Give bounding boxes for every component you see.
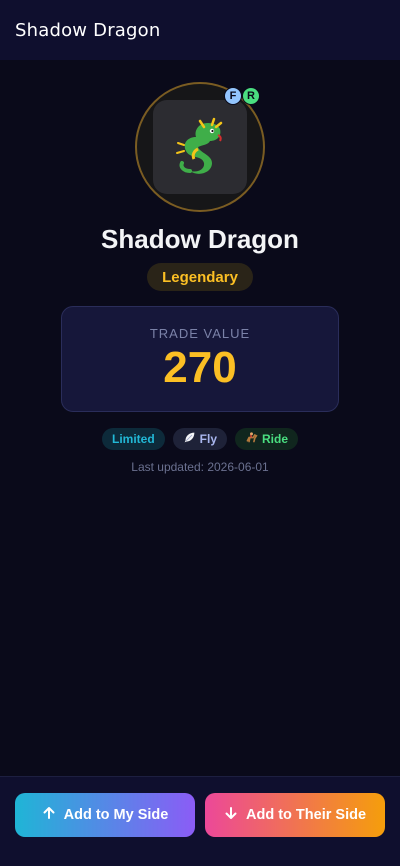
trade-value-card: TRADE VALUE 270	[61, 306, 339, 412]
add-to-my-side-button[interactable]: Add to My Side	[15, 793, 195, 837]
arrow-down-icon	[224, 806, 238, 825]
tag-limited: Limited	[101, 428, 165, 450]
pet-detail-screen: Shadow Dragon F R Shadow Dragon Legendar…	[0, 0, 400, 866]
flyable-badge: F	[224, 87, 242, 105]
add-to-their-side-button[interactable]: Add to Their Side	[205, 793, 385, 837]
rarity-row: Legendary	[0, 263, 400, 291]
add-to-my-side-label: Add to My Side	[63, 807, 169, 823]
rarity-badge: Legendary	[147, 263, 253, 291]
tag-fly-label: Fly	[199, 432, 217, 446]
feather-icon	[183, 431, 196, 447]
tag-fly: Fly	[172, 428, 227, 450]
trade-value-number: 270	[163, 343, 237, 392]
action-bar: Add to My Side Add to Their Side	[0, 776, 400, 866]
pet-name: Shadow Dragon	[101, 224, 299, 254]
last-updated: Last updated: 2026-06-01	[131, 460, 269, 474]
pet-avatar: F R	[135, 82, 265, 212]
top-bar: Shadow Dragon	[0, 0, 400, 60]
trade-value-label: TRADE VALUE	[149, 326, 251, 341]
horse-rider-icon	[245, 431, 258, 447]
rideable-badge: R	[242, 87, 260, 105]
tag-limited-label: Limited	[111, 432, 155, 446]
tag-list: Limited Fly Ride	[0, 428, 400, 450]
dragon-icon	[168, 115, 232, 179]
arrow-up-icon	[42, 806, 56, 825]
add-to-their-side-label: Add to Their Side	[245, 807, 367, 823]
tag-ride: Ride	[235, 428, 299, 450]
tag-ride-label: Ride	[262, 432, 289, 446]
page-title: Shadow Dragon	[15, 19, 161, 41]
avatar-tile	[153, 100, 247, 194]
